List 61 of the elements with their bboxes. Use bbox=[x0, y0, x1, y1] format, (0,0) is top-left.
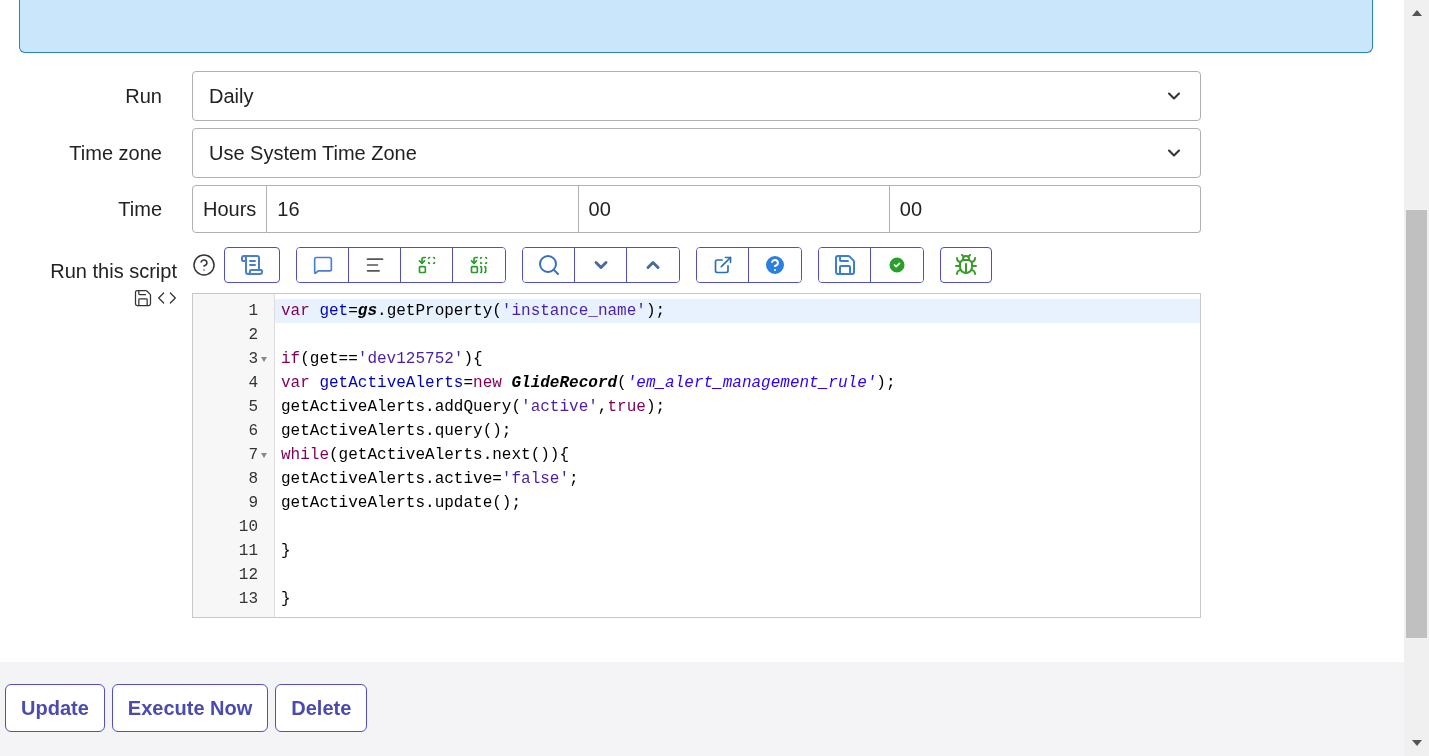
code-line: } bbox=[281, 541, 291, 562]
help-icon[interactable] bbox=[192, 253, 216, 277]
code-line: } bbox=[281, 589, 291, 610]
hours-addon: Hours bbox=[192, 185, 268, 233]
replace-icon bbox=[416, 255, 437, 275]
code-line: if(get=='dev125752'){ bbox=[281, 349, 483, 370]
bug-icon bbox=[954, 253, 978, 277]
line-number: 7 bbox=[248, 445, 258, 466]
code-line: getActiveAlerts.update(); bbox=[281, 493, 522, 514]
line-number: 9 bbox=[248, 493, 258, 514]
dropdown[interactable]: Use System Time Zone bbox=[192, 128, 1201, 178]
code-line: getActiveAlerts.addQuery('active',true); bbox=[281, 397, 666, 418]
comment-icon bbox=[312, 255, 333, 275]
external-link-icon bbox=[712, 255, 733, 275]
code-line: while(getActiveAlerts.next()){ bbox=[281, 445, 570, 466]
action-button[interactable]: Delete bbox=[275, 684, 368, 732]
line-number: 11 bbox=[238, 541, 258, 562]
fold-marker-icon[interactable] bbox=[261, 452, 267, 458]
field-label: Time zone bbox=[68, 141, 163, 166]
line-number: 8 bbox=[248, 469, 258, 490]
code-line: var get=gs.getProperty('instance_name'); bbox=[281, 301, 666, 322]
line-number: 12 bbox=[238, 565, 258, 586]
field-label: Run this script bbox=[50, 259, 177, 284]
action-button[interactable]: Update bbox=[5, 684, 105, 732]
code-line: var getActiveAlerts=new GlideRecord('em_alert_management_rule'); bbox=[281, 373, 896, 394]
code-editor[interactable] bbox=[192, 293, 1201, 618]
script-button[interactable] bbox=[224, 247, 280, 283]
field-label: Time bbox=[117, 197, 163, 222]
comment-button[interactable] bbox=[297, 248, 349, 282]
scroll-up-icon[interactable] bbox=[1411, 10, 1422, 16]
scrollbar[interactable] bbox=[1404, 0, 1429, 756]
time-input[interactable]: 00 bbox=[578, 185, 890, 233]
line-number: 5 bbox=[248, 397, 258, 418]
action-button[interactable]: Execute Now bbox=[111, 684, 269, 732]
code-line: getActiveAlerts.active='false'; bbox=[281, 469, 579, 490]
field-label: Run bbox=[124, 84, 163, 109]
time-input[interactable]: 16 bbox=[267, 185, 579, 233]
time-input[interactable]: 00 bbox=[889, 185, 1201, 233]
search-icon bbox=[536, 253, 561, 277]
line-number: 4 bbox=[248, 373, 258, 394]
line-number: 13 bbox=[238, 589, 258, 610]
help-icon bbox=[763, 253, 787, 277]
line-number: 1 bbox=[248, 301, 258, 322]
save-icon[interactable] bbox=[133, 288, 153, 308]
line-number: 6 bbox=[248, 421, 258, 442]
line-number: 3 bbox=[248, 349, 258, 370]
search-button[interactable] bbox=[523, 248, 575, 282]
code-line: getActiveAlerts.query(); bbox=[281, 421, 512, 442]
check-icon bbox=[887, 255, 907, 275]
fold-marker-icon[interactable] bbox=[261, 356, 267, 362]
debug-button[interactable] bbox=[940, 247, 992, 283]
replace-all-icon bbox=[469, 255, 489, 275]
line-number: 2 bbox=[248, 325, 258, 346]
save-button[interactable] bbox=[819, 248, 871, 282]
fullscreen-button[interactable] bbox=[697, 248, 749, 282]
save-icon bbox=[832, 253, 857, 277]
scroll-down-icon[interactable] bbox=[1411, 740, 1422, 746]
document-icon bbox=[364, 255, 385, 275]
dropdown[interactable]: Daily bbox=[192, 71, 1201, 121]
line-number: 10 bbox=[238, 517, 258, 538]
scroll-icon bbox=[240, 253, 264, 277]
